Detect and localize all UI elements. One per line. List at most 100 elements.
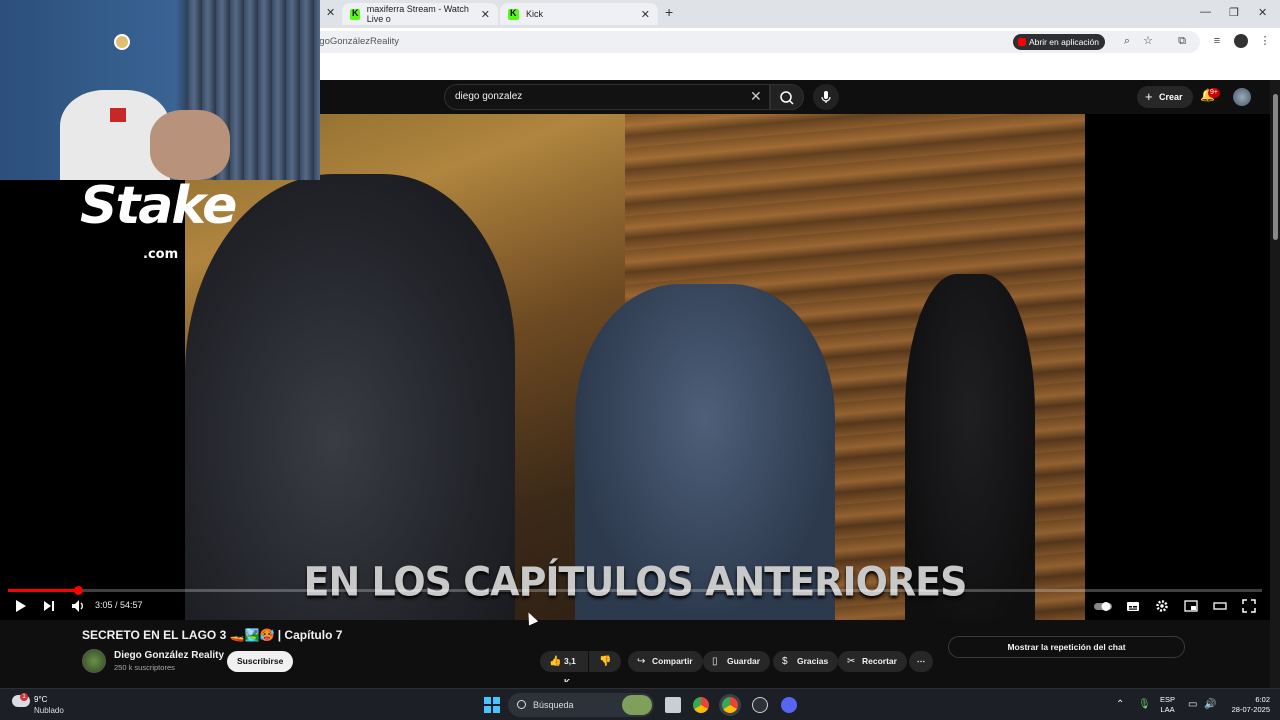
clip-label: Recortar: [862, 656, 897, 666]
tab-maxiferra[interactable]: maxiferra Stream - Watch Live o ✕: [342, 3, 498, 25]
chrome-icon[interactable]: [693, 697, 709, 713]
language-code: ESP: [1160, 695, 1176, 704]
video-frame: [185, 114, 1085, 620]
subscribe-button[interactable]: Suscribirse: [227, 651, 294, 672]
play-button[interactable]: [14, 599, 28, 613]
weather-description[interactable]: Nublado: [34, 706, 64, 715]
progress-scrubber[interactable]: [74, 586, 83, 595]
tab-kick[interactable]: Kick ✕: [500, 3, 658, 25]
scissors-icon: ✂: [847, 656, 856, 667]
speaker-icon[interactable]: 🔊: [1204, 699, 1216, 710]
video-person-foreground: [185, 174, 515, 620]
restore-icon[interactable]: ❐: [1229, 6, 1239, 19]
zoom-icon[interactable]: ⌕: [1120, 34, 1134, 48]
save-button[interactable]: ▯ Guardar: [703, 651, 771, 672]
tab-title: Kick: [526, 9, 544, 19]
search-highlight-icon[interactable]: [622, 695, 652, 715]
volume-icon: [72, 600, 83, 612]
play-icon: [16, 600, 26, 612]
search-button[interactable]: [770, 84, 804, 110]
new-tab-icon[interactable]: +: [665, 4, 673, 20]
start-button[interactable]: [484, 697, 500, 713]
minimize-icon[interactable]: —: [1200, 6, 1211, 18]
bookmark-star-icon[interactable]: ☆: [1141, 34, 1155, 48]
weather-temperature[interactable]: 9°C: [34, 695, 47, 704]
search-icon: [780, 91, 794, 105]
tab-close-icon[interactable]: ✕: [481, 8, 490, 21]
next-button[interactable]: [42, 599, 56, 613]
window-close-icon[interactable]: ✕: [1258, 6, 1267, 19]
video-caption-text: EN LOS CAPÍTULOS ANTERIORES: [303, 558, 968, 606]
webcam-wall-clock: [114, 34, 130, 50]
windows-logo-icon: [484, 697, 491, 704]
tab-close-icon[interactable]: ✕: [641, 8, 650, 21]
video-player[interactable]: EN LOS CAPÍTULOS ANTERIORES Stake .com 3…: [0, 114, 1270, 620]
discord-icon[interactable]: [781, 697, 797, 713]
settings-button[interactable]: [1155, 599, 1169, 613]
subtitles-button[interactable]: [1126, 599, 1140, 613]
input-language[interactable]: ESP LAA: [1160, 695, 1175, 715]
clock-time: 6:02: [1255, 695, 1270, 704]
voice-search-button[interactable]: [813, 84, 839, 110]
reading-list-icon[interactable]: ≡: [1210, 34, 1224, 48]
chrome-active-icon[interactable]: [722, 697, 738, 713]
webcam-streamer: [150, 110, 230, 180]
more-actions-button[interactable]: ⋯: [909, 651, 933, 672]
more-horizontal-icon: ⋯: [916, 656, 926, 666]
dislike-button[interactable]: 👎: [589, 651, 621, 672]
extensions-icon[interactable]: ⧉: [1175, 34, 1189, 48]
stake-logo-domain: .com: [143, 247, 179, 262]
create-button[interactable]: Crear: [1137, 86, 1193, 108]
channel-name[interactable]: Diego González Reality: [114, 650, 224, 661]
webcam-chair-logo: [110, 108, 126, 122]
progress-played: [8, 589, 78, 592]
microphone-tray-icon[interactable]: 🎙: [1138, 699, 1151, 710]
page-scrollbar[interactable]: [1270, 80, 1280, 690]
thanks-icon: $: [782, 656, 788, 667]
show-chat-replay-button[interactable]: Mostrar la repetición del chat: [948, 636, 1185, 658]
webcam-overlay: [0, 0, 320, 180]
obs-icon[interactable]: [752, 697, 768, 713]
autoplay-toggle[interactable]: [1093, 599, 1113, 613]
microphone-icon: [821, 91, 831, 103]
time-display: 3:05 / 54:57: [95, 600, 143, 610]
channel-avatar[interactable]: [82, 649, 106, 673]
keyboard-layout: LAA: [1160, 705, 1175, 714]
browser-menu-icon[interactable]: ⋮: [1258, 34, 1272, 48]
bookmark-icon: ▯: [712, 656, 718, 667]
theater-mode-icon: [1213, 602, 1227, 610]
clear-search-icon[interactable]: ✕: [750, 88, 762, 105]
progress-bar[interactable]: [8, 589, 1262, 592]
task-view-icon[interactable]: [665, 697, 681, 713]
video-title: SECRETO EN EL LAGO 3 🚤🏞️🥵 | Capítulo 7: [82, 628, 343, 642]
fullscreen-button[interactable]: [1242, 599, 1256, 613]
share-label: Compartir: [652, 656, 693, 666]
like-button[interactable]: 👍 3,1 K: [540, 651, 588, 687]
stake-logo: Stake: [80, 176, 237, 236]
scrollbar-thumb[interactable]: [1273, 94, 1278, 240]
open-in-app-button[interactable]: Abrir en aplicación: [1013, 34, 1105, 50]
share-button[interactable]: ↪ Compartir: [628, 651, 703, 672]
clock-date: 28-07-2025: [1231, 705, 1270, 714]
tab-title: maxiferra Stream - Watch Live o: [366, 4, 469, 24]
windows-taskbar: 1 9°C Nublado Búsqueda ⌃ 🎙 ESP LAA ▭ 🔊 6…: [0, 688, 1280, 720]
taskbar-clock[interactable]: 6:02 28-07-2025: [1222, 695, 1270, 715]
notification-count-badge: 9+: [1208, 88, 1220, 98]
profile-icon[interactable]: [1234, 34, 1248, 48]
thumbs-down-icon: 👎: [599, 656, 612, 667]
tray-overflow-icon[interactable]: ⌃: [1116, 699, 1124, 710]
volume-button[interactable]: [70, 599, 86, 613]
account-avatar[interactable]: [1233, 88, 1251, 106]
miniplayer-icon: [1184, 600, 1198, 612]
subtitles-icon: [1127, 602, 1139, 611]
search-input[interactable]: diego gonzalez: [444, 84, 770, 110]
weather-alert-badge: 1: [20, 693, 28, 701]
fullscreen-icon: [1242, 599, 1256, 613]
theater-mode-button[interactable]: [1213, 599, 1227, 613]
network-icon[interactable]: ▭: [1188, 699, 1197, 710]
next-icon: [44, 601, 54, 611]
thanks-button[interactable]: $ Gracias: [773, 651, 839, 672]
clip-button[interactable]: ✂ Recortar: [838, 651, 907, 672]
tab-close-icon[interactable]: ✕: [326, 6, 335, 19]
miniplayer-button[interactable]: [1184, 599, 1198, 613]
